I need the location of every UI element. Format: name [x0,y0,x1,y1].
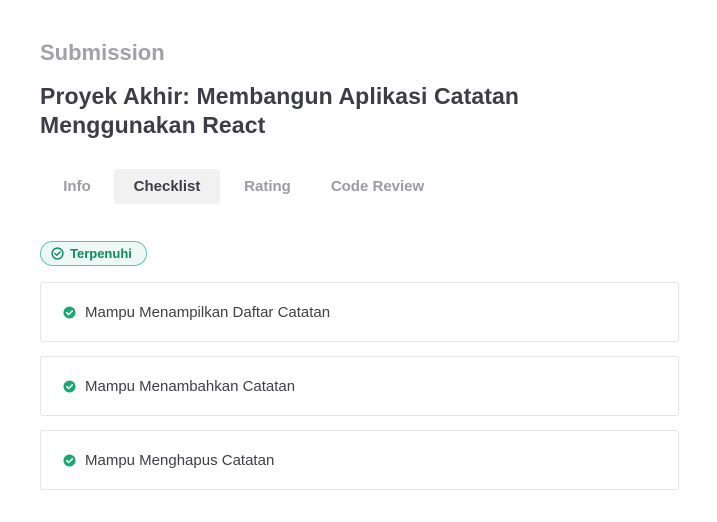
list-item-label: Mampu Menambahkan Catatan [85,377,296,395]
list-item-label: Mampu Menampilkan Daftar Catatan [85,303,331,321]
tab-bar: Info Checklist Rating Code Review [40,169,679,204]
list-item: Mampu Menampilkan Daftar Catatan [40,282,679,342]
page-title: Proyek Akhir: Membangun Aplikasi Catatan… [40,83,520,138]
tab-rating[interactable]: Rating [220,169,315,204]
list-item: Mampu Menambahkan Catatan [40,356,679,416]
check-circle-icon [63,306,76,319]
check-circle-icon [63,380,76,393]
tab-info[interactable]: Info [40,169,114,204]
tab-code-review[interactable]: Code Review [315,169,440,204]
status-badge-label: Terpenuhi [70,246,132,261]
checklist: Mampu Menampilkan Daftar Catatan Mampu M… [40,282,679,490]
list-item-label: Mampu Menghapus Catatan [85,451,275,469]
list-item: Mampu Menghapus Catatan [40,430,679,490]
check-circle-icon [63,454,76,467]
submission-panel: Submission Proyek Akhir: Membangun Aplik… [40,38,679,504]
status-badge: Terpenuhi [40,241,147,266]
page-eyebrow: Submission [40,40,165,65]
check-circle-outline-icon [51,247,64,260]
tab-checklist[interactable]: Checklist [114,169,220,204]
